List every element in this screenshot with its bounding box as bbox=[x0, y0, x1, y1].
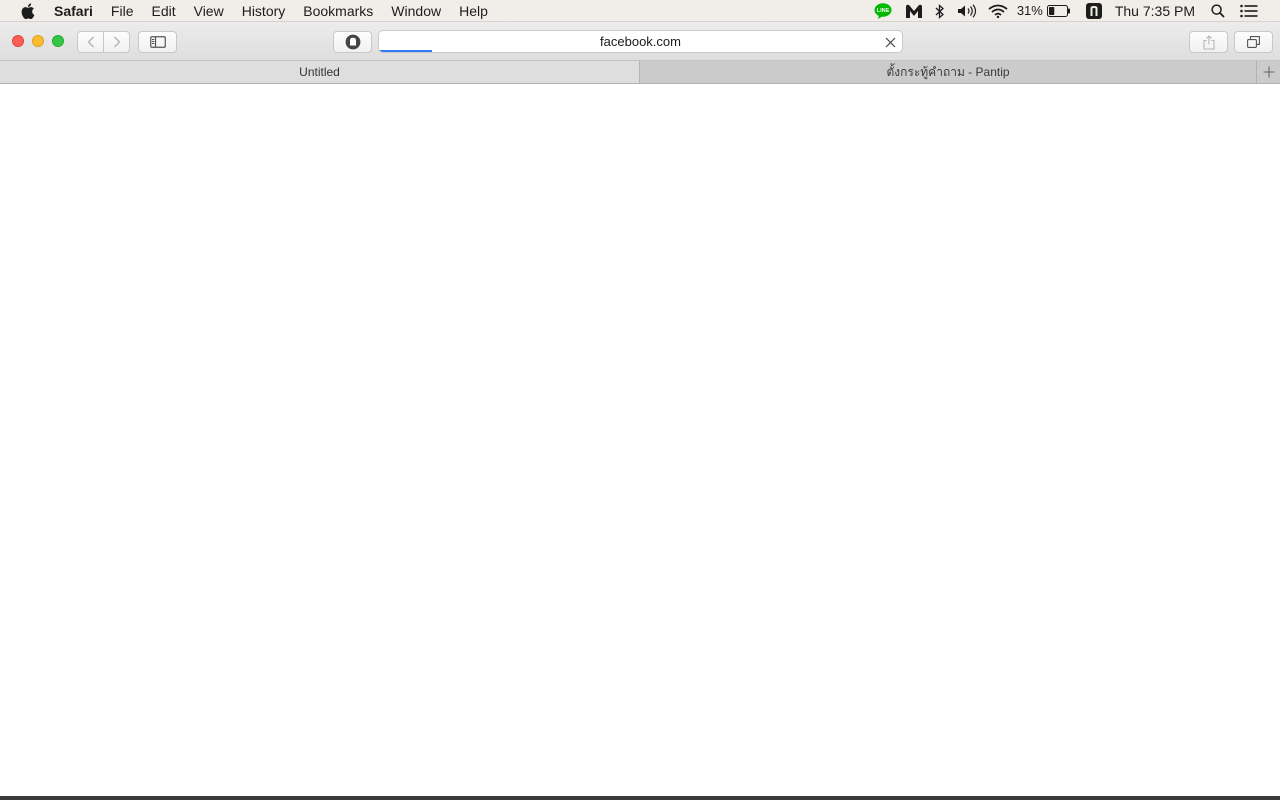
share-icon bbox=[1202, 34, 1215, 50]
menu-bar: Safari File Edit View History Bookmarks … bbox=[0, 0, 1280, 22]
new-tab-button[interactable] bbox=[1256, 61, 1280, 83]
wifi-icon[interactable] bbox=[988, 0, 1008, 22]
line-icon[interactable]: LINE bbox=[874, 0, 892, 22]
plus-icon bbox=[1263, 66, 1274, 78]
tab-bar: Untitled ตั้งกระทู้คำถาม - Pantip bbox=[0, 61, 1280, 84]
ghostery-icon bbox=[345, 34, 360, 50]
menu-edit[interactable]: Edit bbox=[142, 0, 184, 22]
battery-level-fill bbox=[1048, 7, 1055, 15]
back-button[interactable] bbox=[78, 32, 103, 52]
malwarebytes-icon[interactable] bbox=[904, 0, 924, 22]
chevron-right-icon bbox=[113, 36, 120, 48]
menu-file[interactable]: File bbox=[102, 0, 143, 22]
stop-loading-button[interactable] bbox=[883, 35, 897, 49]
menu-safari[interactable]: Safari bbox=[45, 0, 102, 22]
browser-toolbar: facebook.com bbox=[0, 22, 1280, 61]
menu-help[interactable]: Help bbox=[450, 0, 497, 22]
tab-untitled[interactable]: Untitled bbox=[0, 61, 640, 83]
menu-history[interactable]: History bbox=[233, 0, 295, 22]
fullscreen-window-button[interactable] bbox=[52, 35, 64, 47]
window-bottom-edge bbox=[0, 796, 1280, 800]
page-load-progress-bar bbox=[380, 50, 432, 52]
bluetooth-icon[interactable] bbox=[934, 0, 946, 22]
address-bar-url[interactable]: facebook.com bbox=[379, 31, 902, 52]
address-bar[interactable]: facebook.com bbox=[378, 30, 903, 53]
menu-window[interactable]: Window bbox=[382, 0, 450, 22]
status-area: LINE 31% Thu 7:35 PM bbox=[874, 0, 1280, 22]
web-content-area[interactable] bbox=[0, 84, 1280, 796]
close-window-button[interactable] bbox=[12, 35, 24, 47]
share-button[interactable] bbox=[1189, 31, 1228, 53]
battery-icon[interactable] bbox=[1046, 0, 1072, 22]
notification-center-icon[interactable] bbox=[1240, 0, 1258, 22]
clock[interactable]: Thu 7:35 PM bbox=[1115, 0, 1195, 22]
back-forward-group bbox=[77, 31, 130, 53]
menu-view[interactable]: View bbox=[185, 0, 233, 22]
tab-pantip[interactable]: ตั้งกระทู้คำถาม - Pantip bbox=[640, 61, 1256, 83]
show-all-tabs-button[interactable] bbox=[1234, 31, 1273, 53]
line-icon-label: LINE bbox=[877, 8, 890, 14]
menu-bookmarks[interactable]: Bookmarks bbox=[294, 0, 382, 22]
apple-menu-icon[interactable] bbox=[18, 0, 38, 22]
forward-button[interactable] bbox=[103, 32, 129, 52]
minimize-window-button[interactable] bbox=[32, 35, 44, 47]
ghostery-extension-button[interactable] bbox=[333, 31, 372, 53]
sidebar-icon bbox=[149, 36, 166, 48]
evernote-helper-icon[interactable] bbox=[1085, 0, 1102, 22]
volume-icon[interactable] bbox=[957, 0, 979, 22]
chevron-left-icon bbox=[87, 36, 94, 48]
tabs-overview-icon bbox=[1247, 36, 1260, 48]
close-icon bbox=[885, 37, 895, 47]
sidebar-toggle-button[interactable] bbox=[138, 31, 177, 53]
spotlight-search-icon[interactable] bbox=[1210, 0, 1226, 22]
battery-percent[interactable]: 31% bbox=[1017, 0, 1043, 22]
